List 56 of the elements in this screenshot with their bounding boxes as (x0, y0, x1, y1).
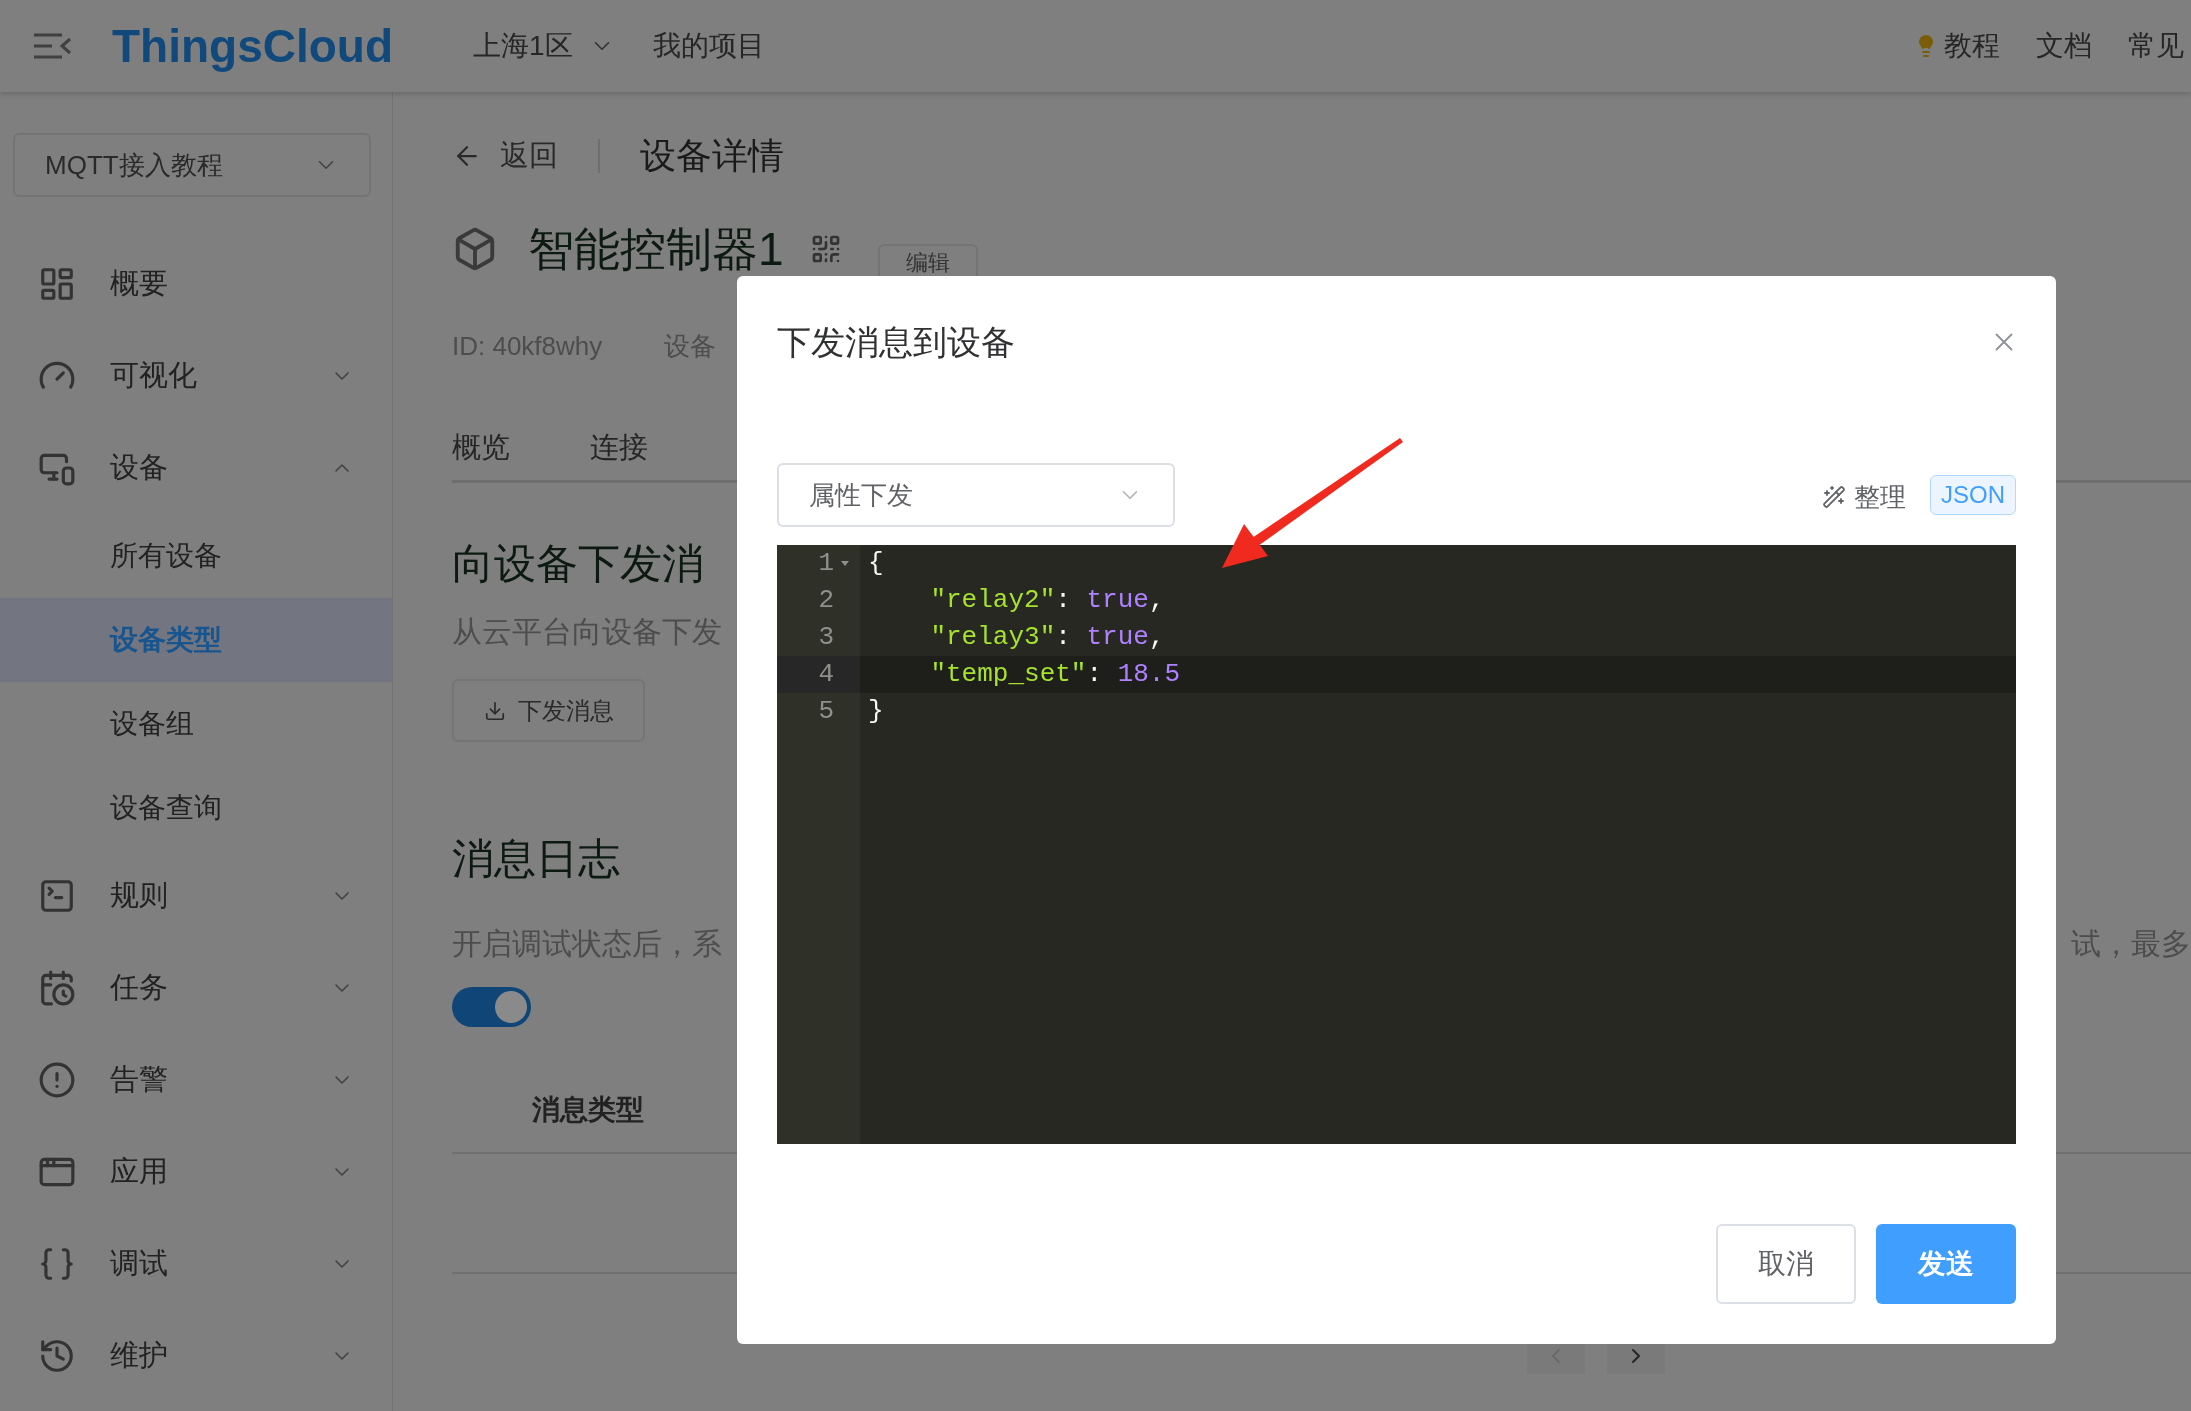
region-select[interactable]: 上海1区 (473, 25, 615, 67)
dialog-title: 下发消息到设备 (777, 321, 1015, 363)
type-select[interactable]: 属性下发 (777, 463, 1175, 527)
tab[interactable]: 连接 (590, 426, 648, 480)
format-button[interactable]: 整理 (1822, 477, 1906, 517)
debug-toggle[interactable] (452, 987, 531, 1027)
cancel-button[interactable]: 取消 (1716, 1224, 1856, 1304)
magic-wand-icon (1822, 485, 1846, 509)
sidebar-item[interactable]: 调试 (0, 1218, 392, 1310)
nav-link[interactable]: 我的项目 (652, 25, 765, 67)
nav-link[interactable]: 教程 (1944, 25, 2000, 67)
alert-icon (38, 1061, 76, 1099)
send-message-button[interactable]: 下发消息 (452, 679, 645, 742)
line-number: 3 (818, 621, 834, 654)
sidebar-subitem[interactable]: 所有设备 (0, 514, 392, 598)
project-select[interactable]: MQTT接入教程 (13, 133, 371, 197)
line-number: 1 (818, 547, 834, 580)
sidebar-item[interactable]: 任务 (0, 942, 392, 1034)
column-header: 消息类型 (532, 1092, 644, 1127)
dashboard-icon (38, 265, 76, 303)
line-number: 2 (818, 584, 834, 617)
braces-icon (38, 1245, 76, 1283)
sidebar-item[interactable]: 概要 (0, 238, 392, 330)
sidebar-item[interactable]: 设备 (0, 422, 392, 514)
nav-link[interactable]: 文档 (2036, 25, 2092, 67)
code-text: "relay3": true, (929, 621, 1165, 654)
logo[interactable]: ThingsCloud (112, 11, 394, 81)
sidebar-item[interactable]: 维护 (0, 1310, 392, 1402)
calendar-clock-icon (38, 969, 76, 1007)
sidebar-item[interactable]: 可视化 (0, 330, 392, 422)
back-link[interactable]: 返回 (500, 134, 558, 178)
section-heading: 向设备下发消 (452, 539, 704, 589)
nav-link[interactable]: 常见 (2128, 25, 2184, 67)
line-number: 5 (818, 695, 834, 728)
sidebar-item[interactable]: 告警 (0, 1034, 392, 1126)
send-button[interactable]: 发送 (1876, 1224, 2016, 1304)
menu-icon[interactable] (32, 32, 72, 60)
tab[interactable]: 概览 (452, 426, 510, 480)
code-text: "relay2": true, (929, 584, 1165, 617)
code-text: { (867, 547, 884, 580)
code-text: "temp_set": 18.5 (929, 658, 1181, 691)
clock-arrow-icon (38, 1337, 76, 1375)
sidebar-subitem[interactable]: 设备查询 (0, 766, 392, 850)
sidebar-item[interactable]: 应用 (0, 1126, 392, 1218)
code-text: } (867, 695, 884, 728)
sidebar-subitem[interactable]: 设备组 (0, 682, 392, 766)
device-name: 智能控制器1 (528, 226, 784, 272)
download-icon (483, 699, 506, 722)
format-tag: JSON (1930, 475, 2016, 515)
section-heading: 消息日志 (452, 834, 620, 884)
page-title: 设备详情 (640, 134, 784, 178)
terminal-icon (38, 877, 76, 915)
code-editor[interactable]: 1 { 2 "relay2": true, 3 "relay3": true, 4 "temp_set": 18.5 5 } (777, 545, 2016, 1144)
fold-icon[interactable] (840, 560, 850, 567)
sidebar-item[interactable]: 规则 (0, 850, 392, 942)
line-number: 4 (818, 658, 834, 691)
